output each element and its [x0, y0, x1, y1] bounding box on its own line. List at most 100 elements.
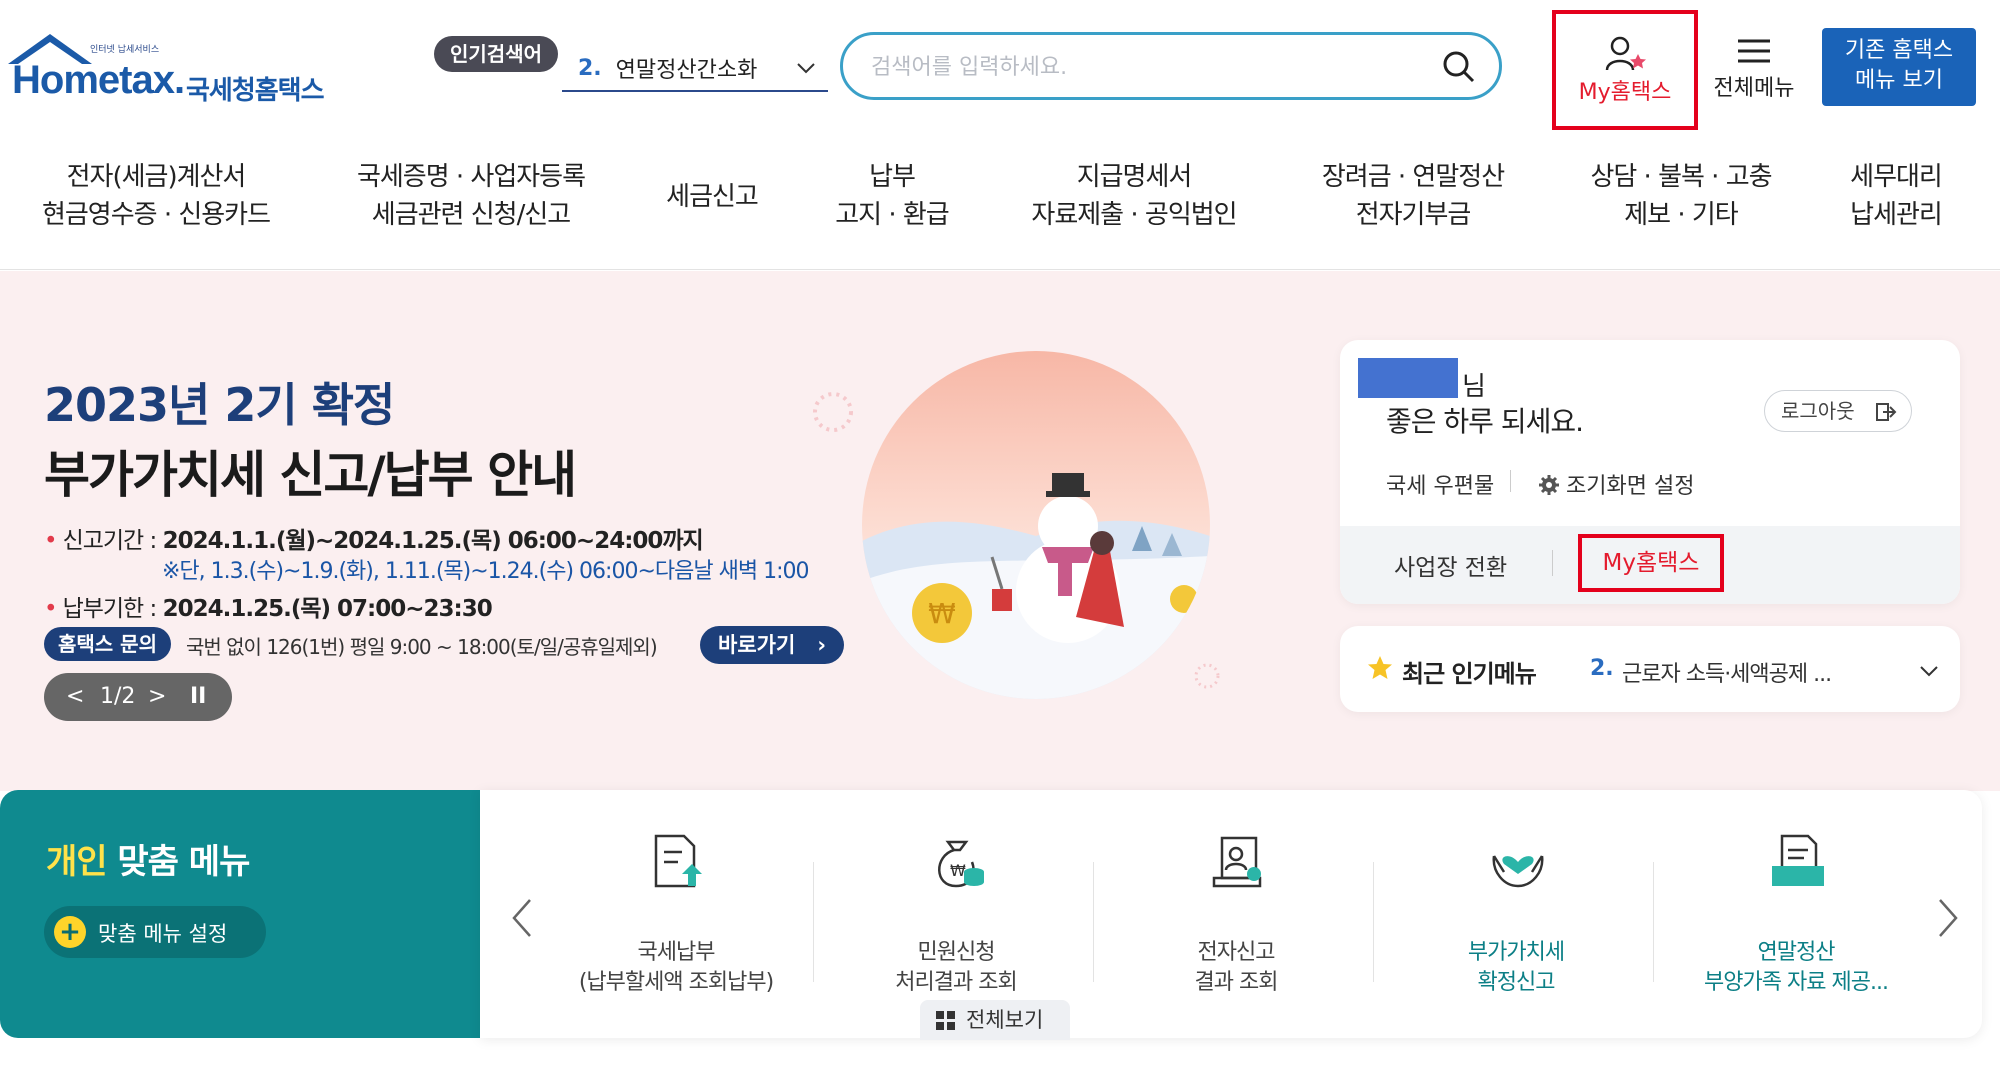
popular-search-keyword: 연말정산간소화: [615, 58, 758, 83]
hometax-logo[interactable]: 인터넷 납세서비스 Hometax. 국세청홈택스: [4, 28, 334, 108]
divider: [1510, 470, 1511, 492]
hero-banner: 2023년 2기 확정 부가가치세 신고/납부 안내 • 신고기간 : 2024.…: [0, 271, 2000, 791]
my-hometax-label: My홈택스: [1578, 80, 1672, 105]
chevron-left-icon[interactable]: [510, 896, 534, 940]
search-input[interactable]: [871, 47, 1411, 87]
user-card-footer: 사업장 전환 My홈택스: [1340, 526, 1960, 604]
divider: [1373, 862, 1374, 982]
menu-item-line2: 확정신고: [1477, 970, 1556, 995]
logout-button[interactable]: 로그아웃: [1764, 390, 1912, 432]
card-my-hometax-link[interactable]: My홈택스: [1578, 534, 1724, 592]
logo-korean: 국세청홈택스: [186, 76, 325, 106]
money-bag-icon: ₩: [938, 840, 984, 888]
decorative-ring-icon: [813, 392, 853, 432]
gnb-label-2: 제보 · 기타: [1624, 200, 1738, 230]
star-icon: [1368, 656, 1392, 679]
init-screen-setting-link[interactable]: 조기화면 설정: [1538, 468, 1694, 500]
hamburger-icon: [1738, 39, 1770, 63]
logout-label: 로그아웃: [1781, 399, 1855, 423]
menu-item-year-end-settlement[interactable]: 연말정산 부양가족 자료 제공...: [1656, 832, 1936, 1002]
gnb-item-consultation[interactable]: 상담 · 불복 · 고충 제보 · 기타: [1568, 158, 1794, 234]
personal-menu-panel: 개인 맞춤 메뉴 + 맞춤 메뉴 설정: [0, 790, 480, 1038]
gnb-label-2: 현금영수증 · 신용카드: [41, 200, 271, 230]
search-bar: [840, 32, 1502, 100]
search-icon[interactable]: [1441, 49, 1477, 85]
gnb-label-2: 납세관리: [1850, 200, 1943, 230]
inquiry-badge: 홈택스 문의: [44, 627, 171, 661]
gnb-item-certificate[interactable]: 국세증명 · 사업자등록 세금관련 신청/신고: [336, 158, 606, 234]
chevron-right-icon[interactable]: [1936, 896, 1960, 940]
gnb-label-2: 전자기부금: [1355, 200, 1472, 230]
goto-button[interactable]: 바로가기 ›: [700, 626, 844, 664]
plus-icon: +: [54, 916, 86, 948]
hero-due: • 납부기한 : 2024.1.25.(목) 07:00~23:30: [44, 596, 493, 622]
inquiry-text: 국번 없이 126(1번) 평일 9:00 ~ 18:00(토/일/공휴일제외): [186, 635, 658, 659]
menu-item-line2: (납부할세액 조회납부): [578, 970, 774, 995]
menu-item-line2: 부양가족 자료 제공...: [1704, 970, 1889, 995]
menu-item-line1: 연말정산: [1757, 940, 1836, 965]
recent-label: 최근 인기메뉴: [1402, 660, 1537, 688]
gnb-label-1: 세금신고: [666, 182, 759, 212]
recent-text: 근로자 소득·세액공제 ...: [1622, 662, 1832, 687]
my-hometax-button[interactable]: My홈택스: [1552, 10, 1698, 130]
gnb-item-payment[interactable]: 납부 고지 · 환급: [818, 158, 966, 234]
pause-button[interactable]: II: [190, 673, 206, 721]
menu-item-civil-request[interactable]: ₩ 민원신청 처리결과 조회: [816, 832, 1096, 1002]
all-menu-label: 전체메뉴: [1713, 76, 1795, 101]
e-filing-icon: [1212, 836, 1262, 888]
all-menu-button[interactable]: 전체메뉴: [1704, 24, 1804, 114]
classic-line2: 메뉴 보기: [1855, 68, 1943, 93]
user-card: 님 좋은 하루 되세요. 로그아웃 국세 우편물 조기화면 설정 사업장 전환 …: [1340, 340, 1960, 604]
view-all-label: 전체보기: [966, 1008, 1044, 1032]
custom-menu-setting-label: 맞춤 메뉴 설정: [98, 922, 228, 946]
hero-period: • 신고기간 : 2024.1.1.(월)~2024.1.25.(목) 06:00…: [44, 528, 704, 554]
tax-mail-link[interactable]: 국세 우편물: [1386, 468, 1494, 500]
user-star-icon: [1605, 36, 1646, 71]
snowman-illustration: ₩: [862, 351, 1210, 699]
decorative-ring-icon: [1194, 663, 1220, 689]
classic-line1: 기존 홈택스: [1844, 38, 1954, 63]
classic-hometax-button[interactable]: 기존 홈택스 메뉴 보기: [1822, 28, 1976, 106]
gnb-item-payment-statement[interactable]: 지급명세서 자료제출 · 공익법인: [1006, 158, 1262, 234]
grid-icon: [936, 1011, 955, 1030]
recent-rank: 2.: [1590, 656, 1614, 681]
greeting: 좋은 하루 되세요.: [1386, 405, 1584, 438]
menu-item-line1: 부가가치세: [1467, 940, 1565, 965]
next-slide-button[interactable]: >: [148, 673, 166, 721]
tax-payment-icon: [654, 834, 702, 888]
gnb-item-tax-agent[interactable]: 세무대리 납세관리: [1834, 158, 1958, 234]
gnb-label-1: 국세증명 · 사업자등록: [356, 162, 586, 192]
gnb-label-1: 상담 · 불복 · 고충: [1590, 162, 1772, 192]
menu-item-tax-payment[interactable]: 국세납부 (납부할세액 조회납부): [536, 832, 816, 1002]
gnb-item-incentive[interactable]: 장려금 · 연말정산 전자기부금: [1300, 158, 1526, 234]
heart-hands-icon: [1492, 855, 1544, 888]
personal-menu-list: 국세납부 (납부할세액 조회납부) ₩ 민원신청 처리결과 조회 전자신고 결과…: [480, 790, 1982, 1040]
recent-popular-menu[interactable]: 최근 인기메뉴 2. 근로자 소득·세액공제 ...: [1340, 626, 1960, 712]
logout-icon: [1876, 403, 1897, 421]
divider: [813, 862, 814, 982]
gnb-label-1: 납부: [869, 162, 916, 192]
switch-business-link[interactable]: 사업장 전환: [1394, 548, 1507, 582]
menu-item-line2: 결과 조회: [1194, 970, 1279, 995]
init-screen-label: 조기화면 설정: [1566, 474, 1695, 499]
gnb-item-invoice[interactable]: 전자(세금)계산서 현금영수증 · 신용카드: [24, 158, 288, 234]
menu-item-line1: 전자신고: [1197, 940, 1276, 965]
gnb-item-tax-return[interactable]: 세금신고: [640, 178, 784, 216]
gnb-label-1: 세무대리: [1850, 162, 1943, 192]
popular-search-badge: 인기검색어: [434, 36, 558, 72]
divider: [1093, 862, 1094, 982]
popular-search-select[interactable]: 2. 연말정산간소화: [562, 46, 828, 92]
gear-icon: [1539, 475, 1559, 495]
prev-slide-button[interactable]: <: [66, 673, 84, 721]
view-all-button[interactable]: 전체보기: [920, 1000, 1070, 1040]
period-value: 2024.1.1.(월)~2024.1.25.(목) 06:00~24:00까지: [162, 528, 704, 554]
menu-item-e-filing-result[interactable]: 전자신고 결과 조회: [1096, 832, 1376, 1002]
gnb-label-1: 지급명세서: [1076, 162, 1193, 192]
header: 인터넷 납세서비스 Hometax. 국세청홈택스 인기검색어 2. 연말정산간…: [0, 0, 2000, 130]
menu-item-vat-return[interactable]: 부가가치세 확정신고: [1376, 832, 1656, 1002]
logo-tagline: 인터넷 납세서비스: [90, 45, 160, 55]
due-label: 납부기한 :: [62, 596, 163, 622]
chevron-down-icon: [1920, 666, 1938, 677]
slide-counter: 1/2: [100, 684, 136, 709]
custom-menu-setting-button[interactable]: + 맞춤 메뉴 설정: [44, 906, 266, 958]
